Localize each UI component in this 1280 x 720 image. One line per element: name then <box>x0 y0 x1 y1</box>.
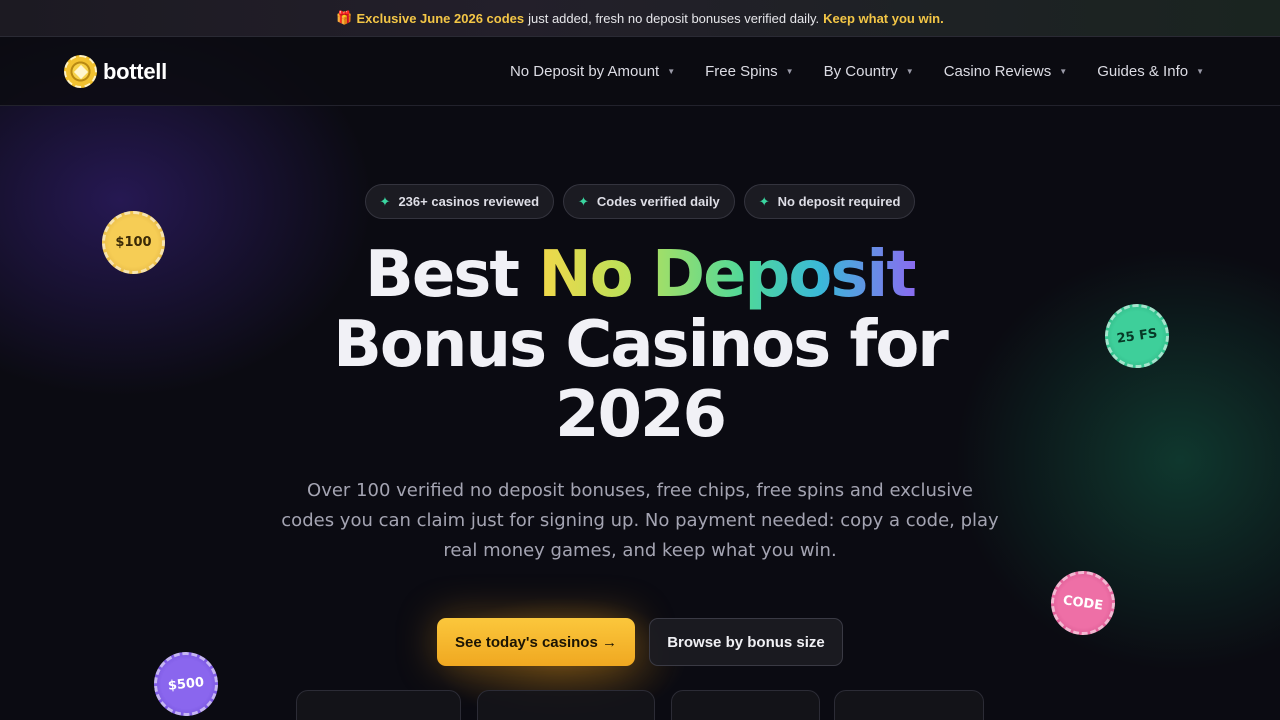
nav-item-label: Free Spins <box>705 63 778 80</box>
browse-by-bonus-size-button[interactable]: Browse by bonus size <box>649 618 843 666</box>
stat-card <box>477 690 655 720</box>
logo[interactable]: bottell <box>64 55 167 88</box>
hero-badges: ✦ 236+ casinos reviewed ✦ Codes verified… <box>0 184 1280 219</box>
badge-label: 236+ casinos reviewed <box>398 194 540 209</box>
badge-codes-verified: ✦ Codes verified daily <box>563 184 735 219</box>
nav-item-label: By Country <box>823 63 898 80</box>
announcement-highlight: Exclusive June 2026 codes <box>356 10 525 26</box>
announcement-link[interactable]: Keep what you win. <box>823 11 944 26</box>
logo-chip-icon <box>64 55 97 88</box>
nav-item-casino-reviews[interactable]: Casino Reviews ▼ <box>944 63 1067 80</box>
subtitle-line: codes you can claim just for signing up.… <box>281 510 999 531</box>
subtitle-line: Over 100 verified no deposit bonuses, fr… <box>307 480 973 501</box>
caret-down-icon: ▼ <box>667 67 676 76</box>
stat-card <box>296 690 461 720</box>
badge-casinos-reviewed: ✦ 236+ casinos reviewed <box>364 184 555 219</box>
logo-text: bottell <box>103 58 167 84</box>
title-line-1: Best No Deposit <box>365 238 917 312</box>
subtitle-line: real money games, and keep what you win. <box>443 540 837 561</box>
hero-title: Best No Deposit Bonus Casinos for 2026 <box>0 240 1280 450</box>
hero-cta-group: See today's casinos → Browse by bonus si… <box>0 618 1280 666</box>
sparkle-icon: ✦ <box>578 193 589 209</box>
title-gradient: No Deposit <box>538 238 917 312</box>
badge-label: No deposit required <box>777 194 901 209</box>
caret-down-icon: ▼ <box>785 67 794 76</box>
title-line-3: 2026 <box>554 378 727 452</box>
stat-card <box>834 690 984 720</box>
announcement-text: just added, fresh no deposit bonuses ver… <box>528 10 820 26</box>
announcement-bar: 🎁 Exclusive June 2026 codes just added, … <box>0 0 1280 37</box>
caret-down-icon: ▼ <box>1196 67 1204 76</box>
nav-item-no-deposit-by-amount[interactable]: No Deposit by Amount ▼ <box>510 63 675 80</box>
see-todays-casinos-button[interactable]: See today's casinos → <box>437 618 635 666</box>
sparkle-icon: ✦ <box>379 193 391 209</box>
stat-card <box>671 690 820 720</box>
nav-item-guides-info[interactable]: Guides & Info ▼ <box>1097 63 1204 80</box>
nav-item-by-country[interactable]: By Country ▼ <box>824 63 914 80</box>
nav-item-label: Guides & Info <box>1097 63 1189 80</box>
hero-subtitle: Over 100 verified no deposit bonuses, fr… <box>0 476 1280 566</box>
title-line-2: Bonus Casinos for <box>333 308 949 382</box>
title-plain: Best <box>365 238 520 312</box>
caret-down-icon: ▼ <box>1059 67 1068 76</box>
site-header: bottell No Deposit by Amount ▼ Free Spin… <box>0 37 1280 106</box>
badge-no-deposit: ✦ No deposit required <box>743 184 916 219</box>
badge-label: Codes verified daily <box>596 194 720 209</box>
nav-item-label: Casino Reviews <box>943 63 1052 80</box>
sparkle-icon: ✦ <box>758 193 770 209</box>
gift-icon: 🎁 <box>336 10 353 25</box>
nav-item-label: No Deposit by Amount <box>509 63 660 80</box>
main-nav: No Deposit by Amount ▼ Free Spins ▼ By C… <box>510 37 1204 106</box>
caret-down-icon: ▼ <box>905 67 914 76</box>
nav-item-free-spins[interactable]: Free Spins ▼ <box>705 63 793 80</box>
